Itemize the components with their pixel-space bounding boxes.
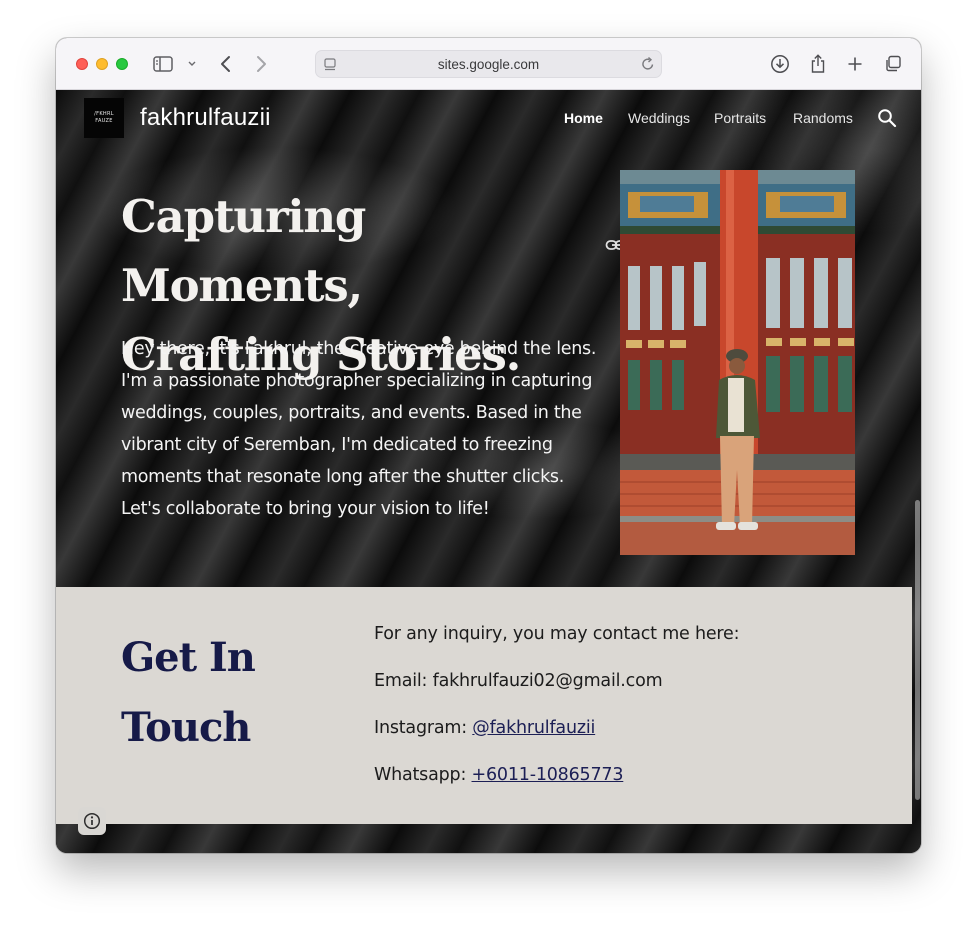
share-icon[interactable] — [808, 52, 828, 76]
chevron-down-icon[interactable] — [186, 52, 198, 76]
downloads-icon[interactable] — [769, 52, 791, 76]
instagram-link[interactable]: @fakhrulfauzii — [472, 718, 595, 738]
whatsapp-link[interactable]: +6011-10865773 — [472, 765, 624, 785]
close-window-button[interactable] — [76, 58, 88, 70]
sidebar-toggle-icon[interactable] — [152, 52, 174, 76]
contact-title-line1: Get In — [121, 634, 256, 681]
info-icon — [83, 812, 101, 830]
back-arrow-icon[interactable] — [216, 52, 236, 76]
site-title[interactable]: fakhrulfauzii — [140, 104, 271, 132]
nav-weddings[interactable]: Weddings — [628, 110, 690, 126]
hero-title-line1: Capturing Moments, — [121, 190, 366, 312]
logo-text-line2: FAUZE — [95, 118, 113, 124]
hero-photo — [620, 170, 855, 555]
contact-title-line2: Touch — [121, 704, 251, 751]
nav-randoms[interactable]: Randoms — [793, 110, 853, 126]
url-text: sites.google.com — [437, 57, 540, 72]
hero-intro-text: Hey there, it's Fakhrul, the creative ey… — [121, 339, 597, 519]
instagram-label: Instagram: — [374, 718, 473, 738]
whatsapp-label: Whatsapp: — [374, 765, 472, 785]
new-tab-plus-icon[interactable] — [845, 52, 865, 76]
zoom-window-button[interactable] — [116, 58, 128, 70]
contact-section: Get In Touch For any inquiry, you may co… — [56, 587, 912, 824]
address-bar[interactable]: sites.google.com — [315, 50, 662, 78]
contact-instagram: Instagram: @fakhrulfauzii — [374, 718, 595, 738]
site-info-button[interactable] — [78, 807, 106, 835]
contact-whatsapp: Whatsapp: +6011-10865773 — [374, 765, 623, 785]
minimize-window-button[interactable] — [96, 58, 108, 70]
forward-arrow-icon[interactable] — [251, 52, 271, 76]
contact-intro: For any inquiry, you may contact me here… — [374, 624, 740, 644]
contact-email: Email: fakhrulfauzi02@gmail.com — [374, 671, 663, 691]
browser-toolbar: sites.google.com — [56, 38, 921, 90]
web-page: /FKHRL FAUZE fakhrulfauzii Home Weddings… — [56, 90, 921, 853]
email-label: Email: — [374, 671, 433, 691]
email-value: fakhrulfauzi02@gmail.com — [432, 671, 663, 691]
nav-portraits[interactable]: Portraits — [714, 110, 766, 126]
tab-overview-icon[interactable] — [882, 52, 904, 76]
logo-text-line1: /FKHRL — [94, 111, 114, 117]
browser-window: sites.google.com /FKHRL FAUZE fakhrulfau… — [56, 38, 921, 853]
site-logo[interactable]: /FKHRL FAUZE — [84, 98, 124, 138]
contact-title: Get In Touch — [121, 623, 341, 763]
search-icon[interactable] — [877, 108, 897, 132]
page-scrollbar[interactable] — [915, 500, 920, 800]
nav-home[interactable]: Home — [564, 110, 603, 126]
reload-icon[interactable] — [641, 56, 655, 76]
